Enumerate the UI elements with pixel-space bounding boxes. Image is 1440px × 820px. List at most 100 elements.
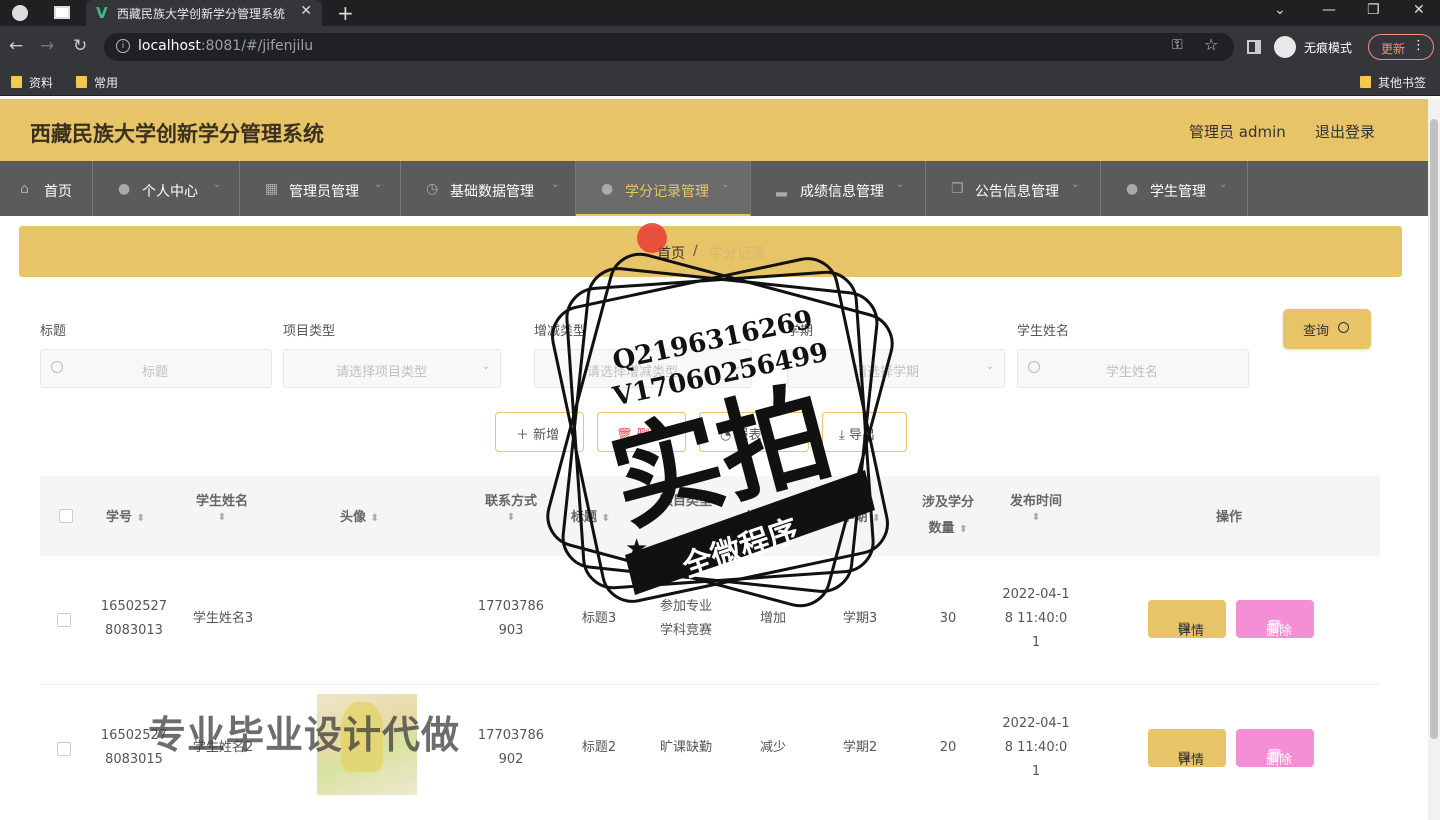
export-button[interactable]: ⤓ 导出	[822, 412, 907, 452]
home-icon: ⌂	[20, 181, 29, 197]
browser-tab-strip: V 西藏民族大学创新学分管理系统 ✕ + ⌄ — ❐ ✕	[0, 0, 1440, 26]
user-icon: ●	[118, 181, 131, 197]
detail-button[interactable]: ▤ 详情	[1148, 729, 1226, 768]
page-scrollbar[interactable]	[1428, 99, 1440, 820]
chevron-down-icon[interactable]: ⌄	[1274, 2, 1286, 18]
minimize-icon[interactable]: —	[1322, 2, 1336, 18]
nav-personal-center[interactable]: ● 个人中心 ⌄	[93, 161, 240, 216]
chevron-down-icon: ⌄	[551, 179, 560, 190]
change-type-select[interactable]: 请选择增减类型 ⌄	[534, 349, 752, 388]
sort-icon: ⬍	[217, 512, 227, 523]
info-icon[interactable]: i	[116, 39, 130, 53]
update-label: 更新	[1381, 42, 1406, 56]
globe-icon[interactable]	[12, 5, 28, 21]
col-credits[interactable]: 涉及学分数量 ⬍	[918, 490, 978, 543]
col-term[interactable]: 学期 ⬍	[833, 506, 889, 525]
chevron-down-icon: ⌄	[213, 179, 222, 190]
breadcrumb-current: 学分记录	[709, 246, 765, 262]
report-button[interactable]: ◔ 报表	[699, 412, 809, 452]
cell-student-name: 学生姓名3	[192, 611, 254, 626]
restore-icon[interactable]: ❐	[1367, 2, 1380, 18]
col-title[interactable]: 标题 ⬍	[571, 506, 610, 525]
other-bookmarks[interactable]: 其他书签	[1360, 74, 1426, 91]
table-header: 学号 ⬍ 学生姓名 ⬍ 头像 ⬍ 联系方式 ⬍ 标题 ⬍ 项目类型 增减类型 学期 …	[40, 476, 1380, 556]
select-all-checkbox[interactable]	[59, 509, 73, 523]
cell-phone: 17703786903	[477, 599, 545, 638]
incognito-label: 无痕模式	[1304, 41, 1353, 55]
incognito-indicator[interactable]: 无痕模式	[1274, 35, 1364, 59]
chevron-down-icon: ⌄	[1219, 179, 1228, 190]
col-avatar[interactable]: 头像 ⬍	[340, 506, 379, 525]
chart-icon: ▂	[776, 181, 787, 197]
side-panel-icon[interactable]	[1247, 40, 1261, 54]
back-icon[interactable]: ←	[9, 36, 23, 56]
chevron-down-icon: ⌄	[1071, 179, 1080, 190]
nav-home[interactable]: ⌂ 首页	[0, 161, 93, 216]
nav-student-management[interactable]: ● 学生管理 ⌄	[1101, 161, 1248, 216]
sort-icon: ⬍	[601, 513, 610, 524]
nav-grade-info[interactable]: ▂ 成绩信息管理 ⌄	[751, 161, 926, 216]
sort-icon: ⬍	[136, 513, 145, 524]
filter-term-label: 学期	[787, 324, 814, 339]
chevron-down-icon: ⌄	[374, 179, 383, 190]
filter-change-label: 增减类型	[534, 324, 587, 339]
cell-title: 标题3	[581, 611, 617, 626]
col-student-no[interactable]: 学号 ⬍	[106, 506, 145, 525]
row-checkbox[interactable]	[57, 742, 71, 756]
filter-name-label: 学生姓名	[1017, 324, 1070, 339]
project-type-select[interactable]: 请选择项目类型 ⌄	[283, 349, 501, 388]
update-button[interactable]: 更新 ⋮	[1368, 34, 1434, 60]
col-phone[interactable]: 联系方式 ⬍	[481, 490, 541, 524]
cell-change-type: 增加	[759, 611, 786, 626]
cursor-highlight	[637, 223, 667, 253]
tab-search-icon[interactable]	[54, 6, 70, 19]
cell-term: 学期2	[842, 740, 878, 755]
window-close-icon[interactable]: ✕	[1413, 2, 1425, 18]
col-student-name[interactable]: 学生姓名 ⬍	[192, 490, 252, 524]
title-search-input[interactable]: 标题	[40, 349, 272, 388]
key-icon[interactable]: ⚿	[1172, 37, 1183, 53]
col-publish-time[interactable]: 发布时间 ⬍	[1006, 490, 1066, 524]
student-name-input[interactable]: 学生姓名	[1017, 349, 1249, 388]
forward-icon[interactable]: →	[40, 36, 54, 56]
col-project-type[interactable]: 项目类型	[656, 490, 716, 509]
breadcrumb: 首页 / 学分记录	[19, 226, 1402, 277]
breadcrumb-separator: /	[693, 243, 698, 259]
filter-title-label: 标题	[40, 324, 67, 339]
sort-icon: ⬍	[959, 524, 968, 535]
nav-basic-data[interactable]: ◷ 基础数据管理 ⌄	[401, 161, 576, 216]
nav-credit-records[interactable]: ● 学分记录管理 ⌄	[576, 161, 751, 216]
nav-announcements[interactable]: ❐ 公告信息管理 ⌄	[926, 161, 1101, 216]
trash-icon: 🗑	[616, 428, 633, 443]
col-change-type[interactable]: 增减类型	[740, 506, 804, 525]
delete-button[interactable]: 🗑 删除	[1236, 600, 1314, 639]
col-operation: 操作	[1216, 510, 1243, 525]
cell-credits: 30	[939, 611, 957, 626]
more-icon[interactable]: ⋮	[1412, 38, 1425, 53]
scroll-thumb[interactable]	[1430, 119, 1438, 739]
bookmark-folder[interactable]: 资料	[11, 74, 53, 91]
add-button[interactable]: ＋ 新增	[495, 412, 584, 452]
row-checkbox[interactable]	[57, 613, 71, 627]
url-input[interactable]: i localhost:8081/#/jifenjilu ⚿ ☆	[104, 33, 1234, 61]
close-icon[interactable]: ✕	[300, 3, 312, 19]
batch-delete-button[interactable]: 🗑 删除	[597, 412, 686, 452]
logout-link[interactable]: 退出登录	[1315, 121, 1375, 142]
query-button[interactable]: 查询	[1283, 309, 1371, 349]
nav-admin-management[interactable]: ▦ 管理员管理 ⌄	[240, 161, 401, 216]
watermark-text: 专业毕业设计代做	[148, 713, 461, 757]
new-tab-icon[interactable]: +	[337, 1, 354, 25]
cell-project-type: 参加专业学科竞赛	[659, 599, 712, 638]
delete-button[interactable]: 🗑 删除	[1236, 729, 1314, 768]
clock-icon: ◷	[426, 181, 439, 197]
current-user: 管理员 admin	[1189, 123, 1286, 141]
browser-tab-active[interactable]: V 西藏民族大学创新学分管理系统 ✕	[86, 0, 322, 26]
detail-button[interactable]: ▤ 详情	[1148, 600, 1226, 639]
plus-icon: ＋	[516, 428, 530, 443]
term-select[interactable]: 请选择学期 ⌄	[787, 349, 1005, 388]
bookmark-folder[interactable]: 常用	[76, 74, 118, 91]
bookmark-star-icon[interactable]: ☆	[1204, 35, 1218, 54]
reload-icon[interactable]: ↻	[73, 36, 87, 56]
cell-title: 标题2	[581, 740, 617, 755]
folder-icon	[76, 76, 87, 88]
